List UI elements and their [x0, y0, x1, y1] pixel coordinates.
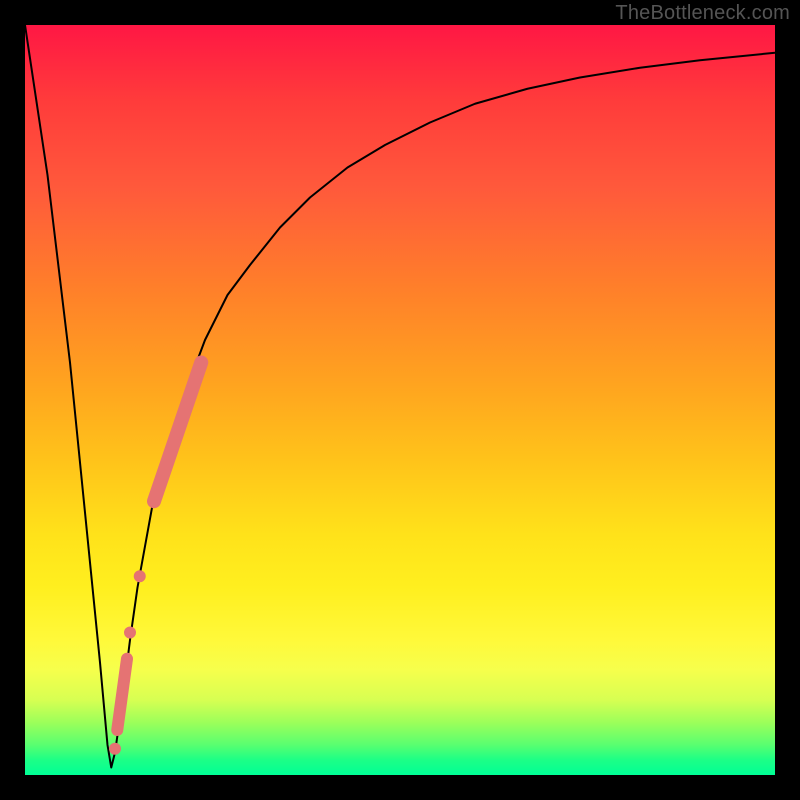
marker-highlight-small	[117, 659, 127, 730]
curve-group	[25, 25, 775, 768]
plot-area	[25, 25, 775, 775]
marker-highlight-segment	[154, 363, 201, 502]
marker-dot-2	[124, 627, 136, 639]
marker-group	[109, 363, 201, 755]
marker-dot-3	[109, 743, 121, 755]
marker-dot-1	[134, 570, 146, 582]
curve-bottleneck-curve	[25, 25, 775, 768]
watermark-text: TheBottleneck.com	[615, 2, 790, 25]
chart-frame: TheBottleneck.com	[0, 0, 800, 800]
chart-svg	[25, 25, 775, 775]
